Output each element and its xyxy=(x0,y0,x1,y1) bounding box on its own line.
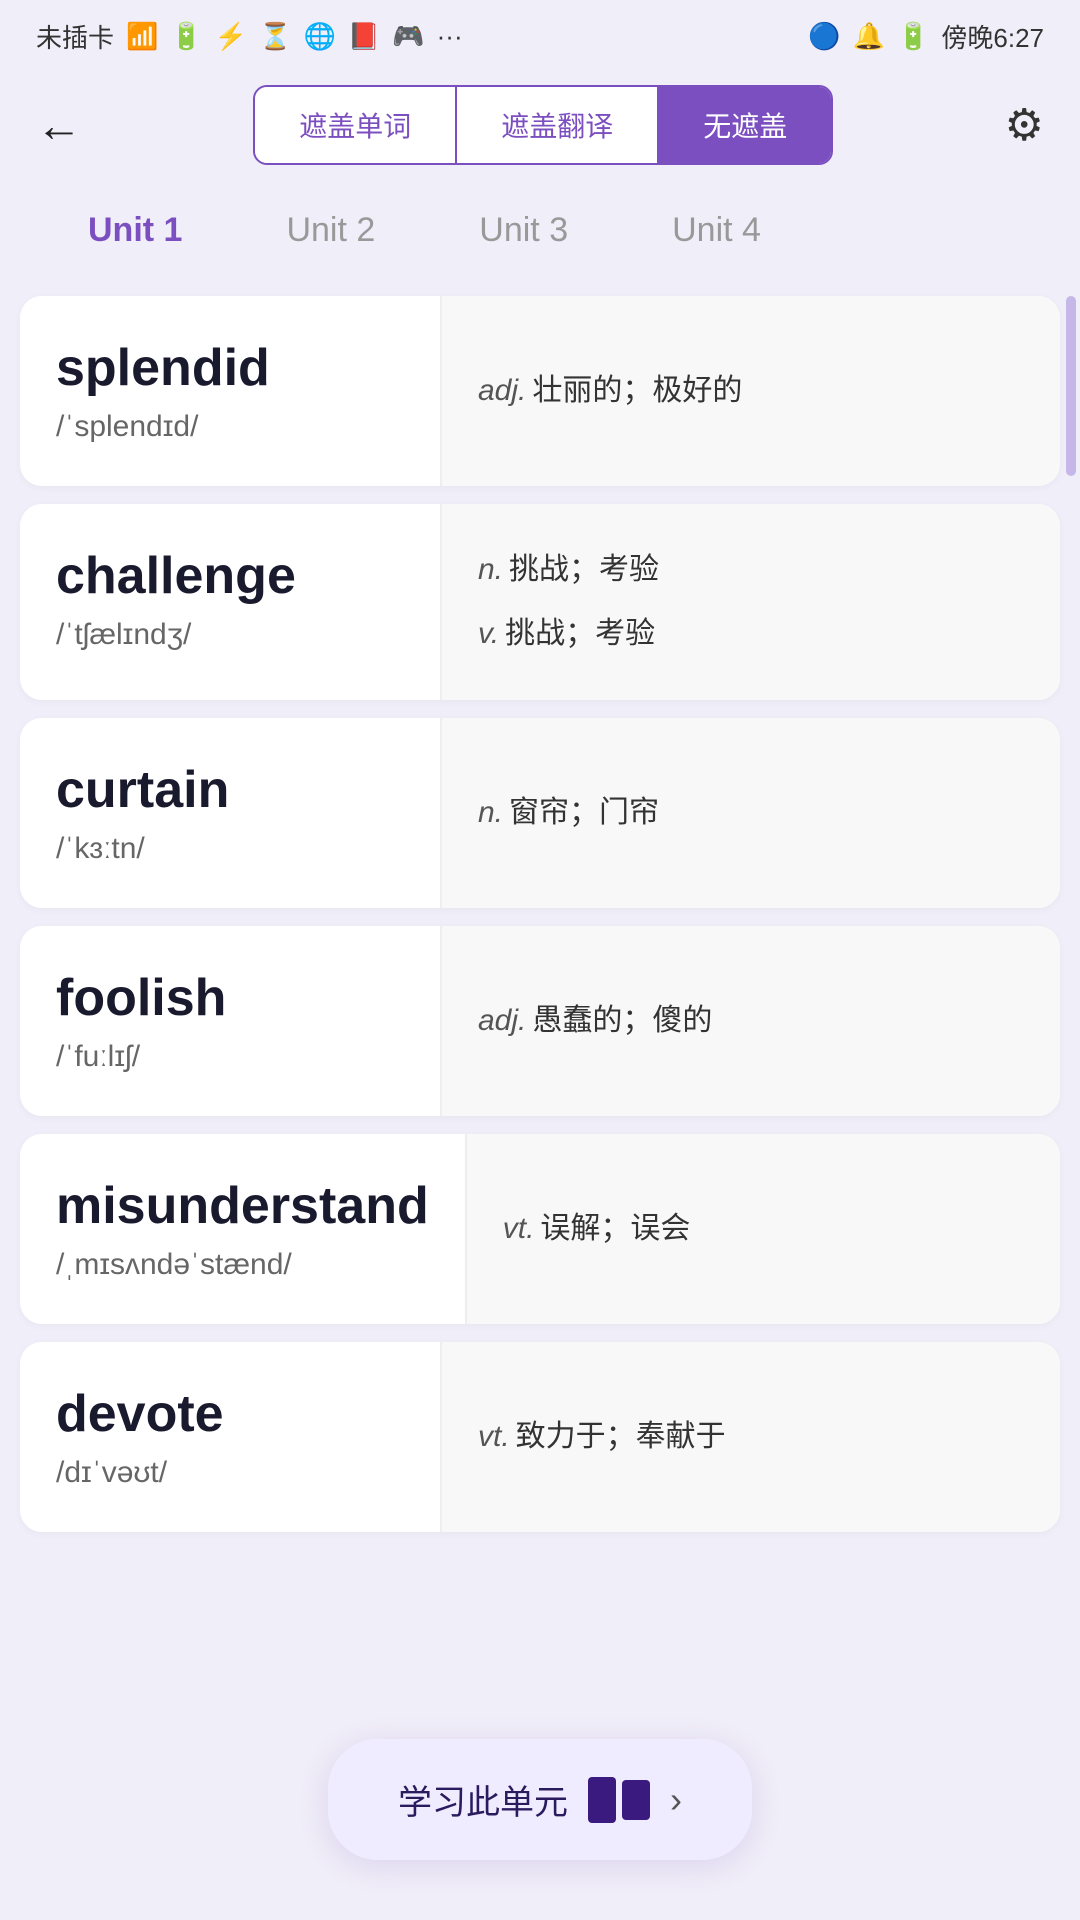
settings-button[interactable]: ⚙ xyxy=(1005,100,1044,151)
study-button-arrow: › xyxy=(670,1779,682,1821)
word-text-challenge: challenge xyxy=(56,546,404,606)
word-meaning-foolish-0: 愚蠢的；傻的 xyxy=(532,1004,712,1037)
word-pos-foolish-0: adj. xyxy=(478,1004,526,1037)
word-card-splendid: splendid /ˈsplendɪd/ adj.壮丽的；极好的 xyxy=(20,296,1060,486)
unit-tabs: Unit 1 Unit 2 Unit 3 Unit 4 xyxy=(0,175,1080,276)
tab-unit3[interactable]: Unit 3 xyxy=(427,195,620,266)
word-meaning-misunderstand-0: 误解；误会 xyxy=(540,1212,690,1245)
word-left-challenge: challenge /ˈtʃælɪndʒ/ xyxy=(20,504,440,700)
status-right: 🔵 🔔 🔋 傍晚6:27 xyxy=(808,18,1044,55)
word-left-curtain: curtain /ˈkɜːtn/ xyxy=(20,718,440,908)
word-def-misunderstand-0: vt.误解；误会 xyxy=(503,1205,1024,1253)
word-meaning-challenge-1: 挑战；考验 xyxy=(505,617,655,650)
word-meaning-splendid-0: 壮丽的；极好的 xyxy=(532,374,742,407)
word-card-curtain: curtain /ˈkɜːtn/ n.窗帘；门帘 xyxy=(20,718,1060,908)
filter-cover-translation[interactable]: 遮盖翻译 xyxy=(457,87,659,163)
word-right-challenge: n.挑战；考验 v.挑战；考验 xyxy=(442,504,1060,700)
scrollbar[interactable] xyxy=(1066,296,1076,476)
word-text-misunderstand: misunderstand xyxy=(56,1176,429,1236)
app-icon-1: 📕 xyxy=(348,21,380,52)
word-pos-misunderstand-0: vt. xyxy=(503,1212,535,1245)
word-right-devote: vt.致力于；奉献于 xyxy=(442,1342,1060,1532)
word-meaning-challenge-0: 挑战；考验 xyxy=(509,553,659,586)
carrier-text: 未插卡 xyxy=(36,18,114,55)
word-card-foolish: foolish /ˈfuːlɪʃ/ adj.愚蠢的；傻的 xyxy=(20,926,1060,1116)
word-right-misunderstand: vt.误解；误会 xyxy=(467,1134,1060,1324)
word-left-splendid: splendid /ˈsplendɪd/ xyxy=(20,296,440,486)
word-text-curtain: curtain xyxy=(56,760,404,820)
word-def-devote-0: vt.致力于；奉献于 xyxy=(478,1413,1024,1461)
word-right-foolish: adj.愚蠢的；傻的 xyxy=(442,926,1060,1116)
status-bar: 未插卡 📶 🔋 ⚡ ⏳ 🌐 📕 🎮 ··· 🔵 🔔 🔋 傍晚6:27 xyxy=(0,0,1080,65)
word-left-devote: devote /dɪˈvəʊt/ xyxy=(20,1342,440,1532)
word-phonetic-misunderstand: /ˌmɪsʌndəˈstænd/ xyxy=(56,1248,429,1282)
filter-cover-word[interactable]: 遮盖单词 xyxy=(255,87,457,163)
word-card-misunderstand: misunderstand /ˌmɪsʌndəˈstænd/ vt.误解；误会 xyxy=(20,1134,1060,1324)
word-meaning-curtain-0: 窗帘；门帘 xyxy=(509,796,659,829)
word-text-splendid: splendid xyxy=(56,338,404,398)
word-right-splendid: adj.壮丽的；极好的 xyxy=(442,296,1060,486)
study-button-icon xyxy=(588,1777,650,1823)
battery-icon: 🔋 xyxy=(897,21,929,52)
word-list: splendid /ˈsplendɪd/ adj.壮丽的；极好的 challen… xyxy=(0,276,1080,1732)
signal-icon: 📶 xyxy=(126,21,158,52)
word-def-challenge-0: n.挑战；考验 xyxy=(478,546,1024,594)
word-left-misunderstand: misunderstand /ˌmɪsʌndəˈstænd/ xyxy=(20,1134,465,1324)
more-icon: ··· xyxy=(437,21,463,52)
word-phonetic-curtain: /ˈkɜːtn/ xyxy=(56,832,404,866)
card-icon-right xyxy=(622,1780,650,1820)
top-nav: ← 遮盖单词 遮盖翻译 无遮盖 ⚙ xyxy=(0,65,1080,175)
word-phonetic-foolish: /ˈfuːlɪʃ/ xyxy=(56,1040,404,1074)
word-phonetic-devote: /dɪˈvəʊt/ xyxy=(56,1456,404,1490)
tab-unit4[interactable]: Unit 4 xyxy=(620,195,813,266)
word-text-devote: devote xyxy=(56,1384,404,1444)
bluetooth-icon: 🔵 xyxy=(808,21,840,52)
filter-group: 遮盖单词 遮盖翻译 无遮盖 xyxy=(253,85,833,165)
study-unit-button[interactable]: 学习此单元 › xyxy=(328,1739,752,1860)
wifi-icon: 🔋 xyxy=(170,21,202,52)
app-icon-2: 🎮 xyxy=(392,21,424,52)
time-display: 傍晚6:27 xyxy=(941,18,1044,55)
word-right-curtain: n.窗帘；门帘 xyxy=(442,718,1060,908)
word-def-curtain-0: n.窗帘；门帘 xyxy=(478,789,1024,837)
word-phonetic-challenge: /ˈtʃælɪndʒ/ xyxy=(56,618,404,652)
tab-unit1[interactable]: Unit 1 xyxy=(36,195,234,266)
word-def-foolish-0: adj.愚蠢的；傻的 xyxy=(478,997,1024,1045)
study-button-label: 学习此单元 xyxy=(398,1775,568,1824)
tab-unit2[interactable]: Unit 2 xyxy=(234,195,427,266)
hourglass-icon: ⏳ xyxy=(259,21,291,52)
globe-icon: 🌐 xyxy=(304,21,336,52)
back-button[interactable]: ← xyxy=(36,102,82,148)
study-button-container: 学习此单元 › xyxy=(328,1739,752,1860)
filter-no-cover[interactable]: 无遮盖 xyxy=(659,87,831,163)
word-card-challenge: challenge /ˈtʃælɪndʒ/ n.挑战；考验 v.挑战；考验 xyxy=(20,504,1060,700)
card-icon-left xyxy=(588,1777,616,1823)
word-pos-splendid-0: adj. xyxy=(478,374,526,407)
word-left-foolish: foolish /ˈfuːlɪʃ/ xyxy=(20,926,440,1116)
bell-icon: 🔔 xyxy=(853,21,885,52)
word-phonetic-splendid: /ˈsplendɪd/ xyxy=(56,410,404,444)
word-pos-challenge-0: n. xyxy=(478,553,503,586)
word-text-foolish: foolish xyxy=(56,968,404,1028)
word-pos-challenge-1: v. xyxy=(478,617,499,650)
word-meaning-devote-0: 致力于；奉献于 xyxy=(516,1420,726,1453)
word-def-challenge-1: v.挑战；考验 xyxy=(478,610,1024,658)
word-def-splendid-0: adj.壮丽的；极好的 xyxy=(478,367,1024,415)
word-pos-devote-0: vt. xyxy=(478,1420,510,1453)
status-left: 未插卡 📶 🔋 ⚡ ⏳ 🌐 📕 🎮 ··· xyxy=(36,18,463,55)
word-pos-curtain-0: n. xyxy=(478,796,503,829)
usb-icon: ⚡ xyxy=(215,21,247,52)
word-card-devote: devote /dɪˈvəʊt/ vt.致力于；奉献于 xyxy=(20,1342,1060,1532)
